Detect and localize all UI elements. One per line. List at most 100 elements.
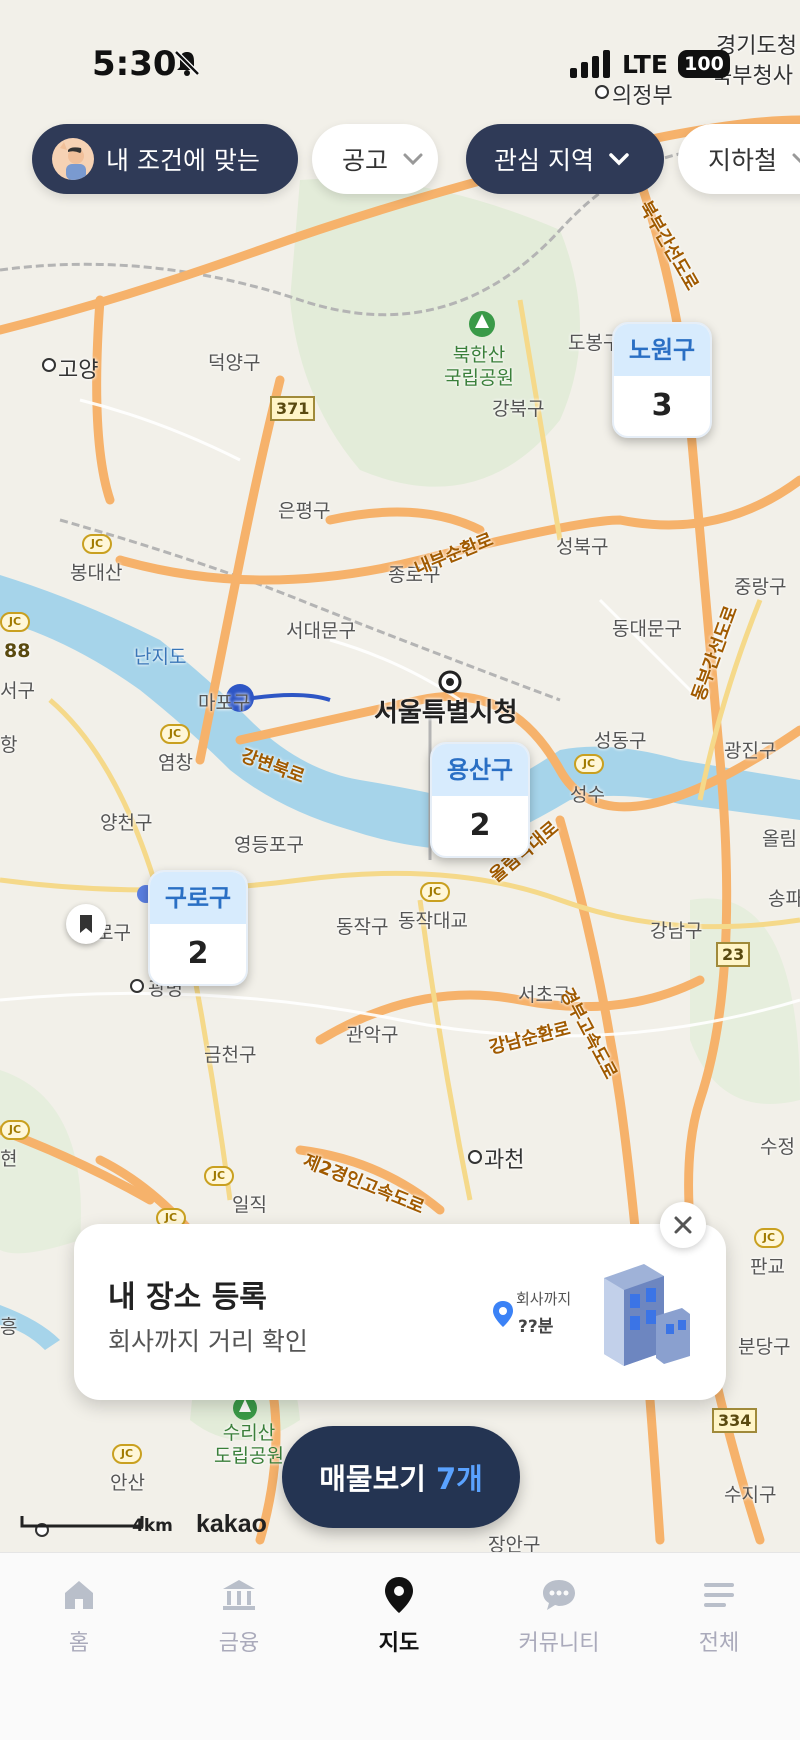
- marker-listing-count: 2: [469, 808, 491, 843]
- menu-icon: [704, 1583, 734, 1607]
- filter-chip-row: 내 조건에 맞는 공고 관심 지역 지하철: [32, 124, 800, 194]
- status-time: 5:30: [92, 44, 177, 84]
- route-badge-334: 334: [712, 1408, 758, 1433]
- region-marker-guro[interactable]: 구로구 2: [148, 870, 248, 986]
- kakao-logo: kakao: [196, 1510, 267, 1538]
- route-badge-371: 371: [270, 396, 316, 421]
- map-label-seodaemun: 서대문구: [286, 620, 356, 642]
- map-label-seongbuk: 성북구: [556, 536, 609, 558]
- map-label-olim: 올림: [762, 828, 797, 850]
- register-place-card[interactable]: 내 장소 등록 회사까지 거리 확인 회사까지 ??분: [74, 1224, 726, 1400]
- map-label-heung: 흥: [0, 1316, 18, 1338]
- map-label-seongsu: 성수: [570, 784, 605, 806]
- map-scale-label: 4km: [132, 1516, 173, 1536]
- bell-off-icon: [174, 50, 200, 76]
- map-label-dongjakbridge: 동작대교: [398, 910, 468, 932]
- map-label-mapo: 마포구: [198, 692, 251, 714]
- map-label-suri: 수리산 도립공원: [214, 1422, 284, 1467]
- marker-region-name: 용산구: [432, 744, 528, 796]
- promo-subtitle: 회사까지 거리 확인: [108, 1327, 308, 1356]
- close-icon: [674, 1216, 692, 1234]
- filter-chip-label: 지하철: [708, 146, 778, 175]
- map-label-geumcheon: 금천구: [204, 1044, 257, 1066]
- tab-all[interactable]: 전체: [659, 1575, 779, 1657]
- promo-illustration-value: ??분: [518, 1317, 554, 1337]
- map-label-bongdaesan: 봉대산: [70, 562, 123, 584]
- filter-chip-interest-area[interactable]: 관심 지역: [466, 124, 664, 194]
- tab-finance[interactable]: 금융: [179, 1575, 299, 1657]
- tab-home[interactable]: 홈: [19, 1575, 139, 1657]
- bottom-tab-bar: 홈 금융 지도 커뮤니티 전체: [0, 1552, 800, 1740]
- map-label-songpa: 송파: [768, 888, 800, 910]
- region-marker-yongsan[interactable]: 용산구 2: [430, 742, 530, 858]
- map-label-yangcheon: 양천구: [100, 812, 153, 834]
- region-marker-nowon[interactable]: 노원구 3: [612, 322, 712, 438]
- tab-label: 금융: [218, 1631, 260, 1656]
- view-listings-label: 매물보기: [319, 1462, 426, 1496]
- tab-label: 커뮤니티: [518, 1631, 600, 1656]
- close-promo-button[interactable]: [660, 1202, 706, 1248]
- map-label-seongdong: 성동구: [594, 730, 647, 752]
- tab-label: 홈: [68, 1631, 90, 1656]
- route-badge-23: 23: [716, 942, 751, 967]
- filter-chip-notice[interactable]: 공고: [312, 124, 438, 194]
- map-label-eunpyeong: 은평구: [278, 500, 331, 522]
- map-label-ansan: 안산: [110, 1472, 145, 1494]
- chevron-down-icon: [403, 153, 423, 166]
- jc-badge: JC: [420, 882, 450, 902]
- chat-icon: [543, 1580, 575, 1610]
- marker-region-name: 노원구: [614, 324, 710, 376]
- promo-title: 내 장소 등록: [108, 1280, 267, 1315]
- map-label-gwangjin: 광진구: [724, 740, 777, 762]
- tab-label: 지도: [378, 1631, 420, 1656]
- map-label-gwacheon: 과천: [484, 1148, 525, 1173]
- office-building-icon: [604, 1264, 690, 1366]
- map-label-bukhansan: 북한산 국립공원: [444, 344, 514, 389]
- route-badge-88: 88: [4, 640, 31, 662]
- map-label-gangbuk: 강북구: [492, 398, 545, 420]
- marker-listing-count: 2: [187, 936, 209, 971]
- jc-badge: JC: [82, 534, 112, 554]
- map-label-bundang: 분당구: [738, 1336, 791, 1358]
- map-label-iljik: 일직: [232, 1194, 267, 1216]
- jc-badge: JC: [754, 1228, 784, 1248]
- tab-label: 전체: [698, 1631, 740, 1656]
- map-label-seogu: 서구: [0, 680, 35, 702]
- map-label-dongjak: 동작구: [336, 916, 389, 938]
- marker-listing-count: 3: [651, 388, 673, 423]
- cellular-signal-icon: [570, 50, 610, 78]
- map-label-cityhall: 서울특별시청: [374, 698, 518, 728]
- map-label-gangnam: 강남구: [650, 920, 703, 942]
- filter-chip-my-conditions[interactable]: 내 조건에 맞는: [32, 124, 298, 194]
- filter-chip-subway[interactable]: 지하철: [678, 124, 800, 194]
- jc-badge: JC: [574, 754, 604, 774]
- map-label-dongdaemun: 동대문구: [612, 618, 682, 640]
- map-label-yeongdeungpo: 영등포구: [234, 834, 304, 856]
- bank-icon: [223, 1580, 255, 1610]
- person-raising-hand-icon: [52, 138, 94, 180]
- tab-map[interactable]: 지도: [339, 1575, 459, 1657]
- map-label-suji: 수지구: [724, 1484, 777, 1506]
- map-label-hang: 항: [0, 734, 18, 756]
- filter-chip-label: 내 조건에 맞는: [106, 146, 260, 175]
- jc-badge: JC: [0, 1120, 30, 1140]
- jc-badge: JC: [160, 724, 190, 744]
- filter-chip-label: 관심 지역: [494, 146, 594, 175]
- map-label-nanjido: 난지도: [134, 646, 187, 668]
- chevron-down-icon: [609, 153, 629, 166]
- view-listings-button[interactable]: 매물보기 7개: [282, 1426, 520, 1528]
- status-bar: 5:30 LTE 100: [0, 0, 800, 120]
- location-pin-icon: [493, 1301, 513, 1327]
- map-label-sujeong: 수정: [760, 1136, 795, 1158]
- map-label-yeomchang: 염창: [158, 752, 193, 774]
- jc-badge: JC: [204, 1166, 234, 1186]
- map-pin-icon: [385, 1577, 413, 1613]
- map-label-pangyo: 판교: [750, 1256, 785, 1278]
- jc-badge: JC: [0, 612, 30, 632]
- tab-community[interactable]: 커뮤니티: [499, 1575, 619, 1657]
- chevron-down-icon: [792, 153, 800, 164]
- view-listings-count: 7개: [435, 1462, 483, 1496]
- map-label-gwanak: 관악구: [346, 1024, 399, 1046]
- map-label-jangan: 장안구: [488, 1534, 541, 1552]
- bookmark-pin-icon[interactable]: [66, 904, 106, 944]
